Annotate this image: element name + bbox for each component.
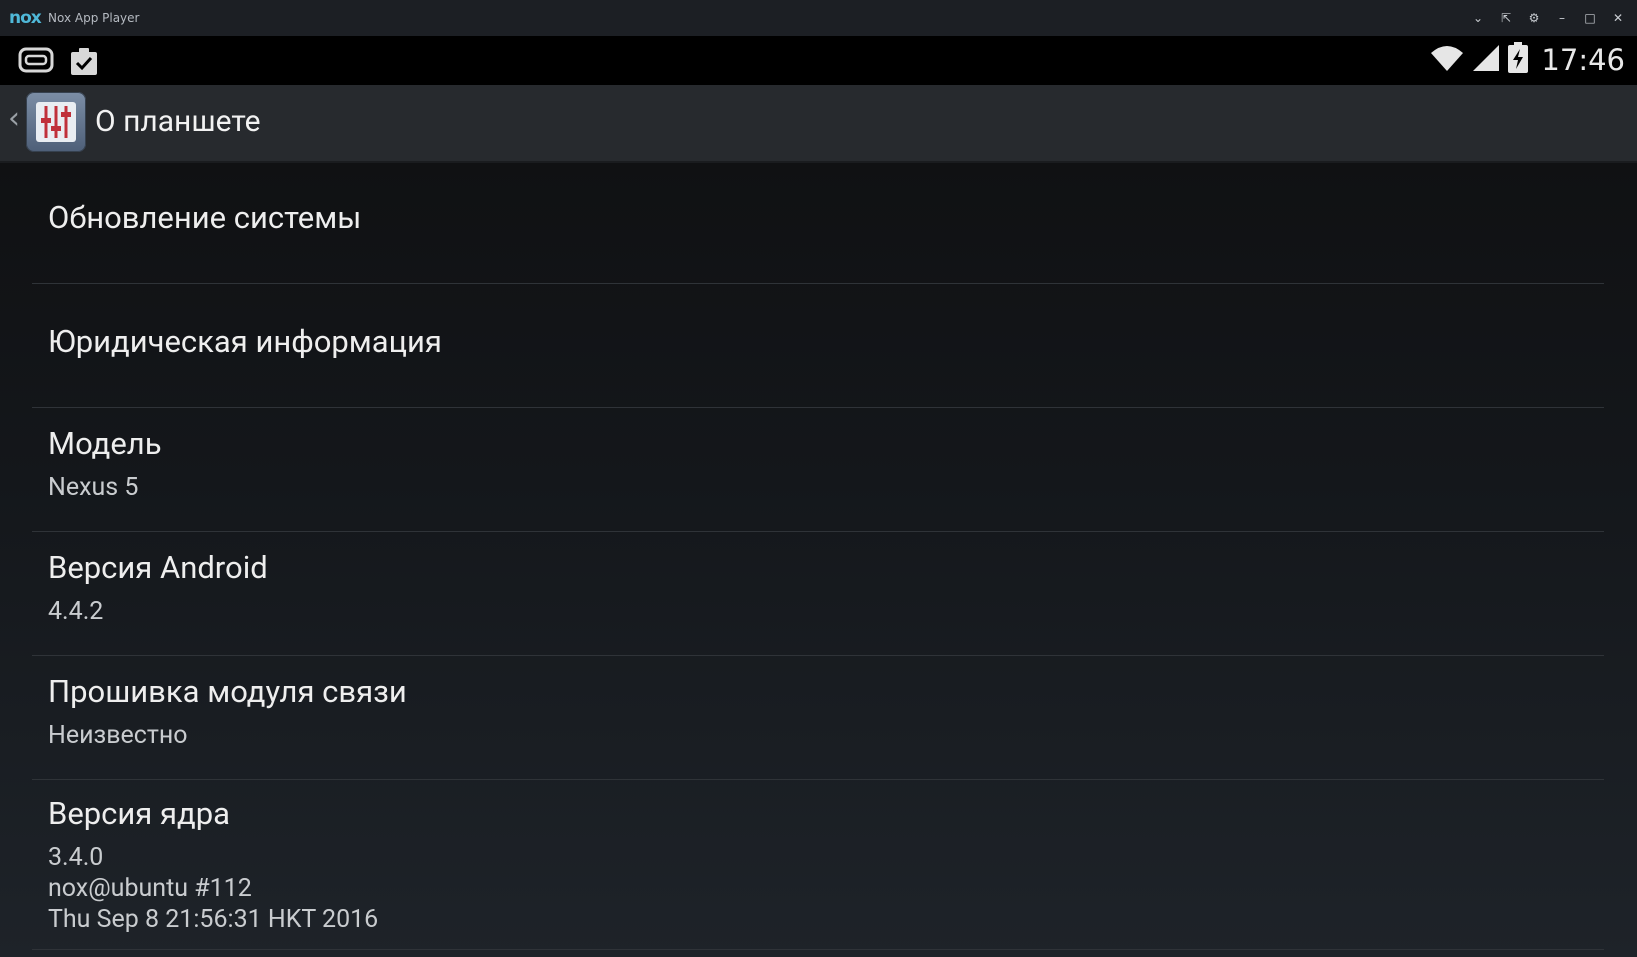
nox-logo: nox: [9, 8, 42, 28]
settings-list: Обновление системы Юридическая информаци…: [0, 163, 1637, 957]
list-item-kernel-version[interactable]: Версия ядра 3.4.0 nox@ubuntu #112 Thu Se…: [32, 781, 1604, 950]
item-value: Nexus 5: [48, 473, 139, 502]
maximize-icon[interactable]: □: [1579, 8, 1601, 28]
item-value: nox@ubuntu #112: [48, 874, 252, 903]
item-title: Модель: [48, 425, 162, 462]
minimize-icon[interactable]: –: [1551, 8, 1573, 28]
window-controls: ⌄ ⇱ ⚙ – □ ✕: [1467, 8, 1629, 28]
chevron-left-icon[interactable]: ‹: [8, 101, 20, 136]
list-item-model[interactable]: Модель Nexus 5: [32, 409, 1604, 532]
gamepad-icon: [18, 45, 54, 81]
cell-signal-icon: [1471, 43, 1501, 77]
item-value: 3.4.0: [48, 843, 104, 872]
chevron-down-icon[interactable]: ⌄: [1467, 8, 1489, 28]
action-bar: ‹ О планшете: [0, 85, 1637, 163]
clipboard-check-icon: [68, 45, 100, 81]
list-item-legal-info[interactable]: Юридическая информация: [32, 285, 1604, 408]
settings-sliders-icon[interactable]: [26, 92, 86, 152]
pin-icon[interactable]: ⇱: [1495, 8, 1517, 28]
item-title: Прошивка модуля связи: [48, 673, 407, 710]
gear-icon[interactable]: ⚙: [1523, 8, 1545, 28]
list-item-baseband[interactable]: Прошивка модуля связи Неизвестно: [32, 657, 1604, 780]
item-title: Юридическая информация: [48, 323, 442, 360]
status-clock: 17:46: [1541, 43, 1625, 77]
item-title: Обновление системы: [48, 199, 362, 236]
window-titlebar: nox Nox App Player ⌄ ⇱ ⚙ – □ ✕: [0, 0, 1637, 36]
list-item-android-version[interactable]: Версия Android 4.4.2: [32, 533, 1604, 656]
page-title: О планшете: [95, 104, 261, 139]
item-value: Thu Sep 8 21:56:31 HKT 2016: [48, 905, 379, 934]
wifi-icon: [1429, 43, 1465, 77]
window-title: Nox App Player: [48, 11, 140, 25]
item-title: Версия Android: [48, 549, 268, 586]
item-title: Версия ядра: [48, 795, 230, 832]
close-icon[interactable]: ✕: [1607, 8, 1629, 28]
battery-charging-icon: [1507, 42, 1529, 78]
item-value: Неизвестно: [48, 721, 188, 750]
item-value: 4.4.2: [48, 597, 104, 626]
android-status-bar: 17:46: [0, 36, 1637, 85]
list-item-system-update[interactable]: Обновление системы: [32, 163, 1604, 284]
